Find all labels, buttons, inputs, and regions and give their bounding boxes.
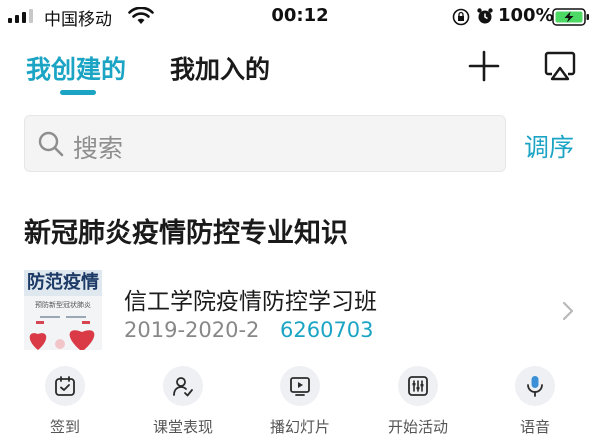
slideshow-button[interactable]: 播幻灯片 — [250, 362, 350, 448]
header: 我创建的 我加入的 — [0, 32, 600, 104]
microphone-icon — [527, 376, 543, 397]
course-list-item[interactable]: 防范疫情 预防新型冠状肺炎 信工学院疫情防控学习班 2019-2020-2 62… — [0, 266, 600, 354]
activity-sliders-icon — [408, 376, 428, 396]
check-in-icon-circle — [45, 366, 85, 406]
slideshow-icon-circle — [280, 366, 320, 406]
alarm-icon — [477, 8, 493, 24]
thumbnail-heart-illustration — [29, 330, 95, 350]
slideshow-icon — [290, 377, 310, 396]
course-name: 信工学院疫情防控学习班 — [124, 289, 377, 315]
search-input[interactable]: 搜索 — [24, 115, 506, 172]
orientation-lock-icon — [452, 8, 470, 26]
tab-joined[interactable]: 我加入的 — [170, 50, 270, 86]
voice-label: 语音 — [519, 418, 550, 436]
check-in-icon — [55, 376, 75, 396]
active-tab-indicator — [60, 90, 96, 95]
voice-icon-circle — [515, 366, 555, 406]
check-in-button[interactable]: 签到 — [15, 362, 115, 448]
tab-created-by-me[interactable]: 我创建的 — [26, 50, 126, 86]
classroom-performance-label: 课堂表现 — [152, 418, 213, 436]
battery-percent: 100% — [498, 5, 554, 26]
thumbnail-text-lines — [36, 316, 90, 324]
thumbnail-title: 防范疫情 — [24, 270, 102, 296]
course-thumbnail: 防范疫情 预防新型冠状肺炎 — [24, 270, 102, 350]
classroom-performance-button[interactable]: 课堂表现 — [133, 362, 233, 448]
plus-icon[interactable] — [464, 46, 504, 86]
chevron-right-icon — [562, 301, 574, 321]
screen-cast-icon[interactable] — [540, 46, 580, 86]
status-bar: 中国移动 00:12 100% — [0, 0, 600, 32]
course-term: 2019-2020-2 — [124, 318, 260, 342]
search-placeholder: 搜索 — [73, 134, 124, 163]
sort-order-button[interactable]: 调序 — [524, 128, 574, 164]
classroom-performance-icon-circle — [163, 366, 203, 406]
classroom-performance-icon — [173, 377, 193, 397]
battery-charging-icon — [552, 8, 589, 26]
start-activity-label: 开始活动 — [387, 418, 448, 436]
check-in-label: 签到 — [49, 418, 80, 436]
section-title: 新冠肺炎疫情防控专业知识 — [24, 218, 348, 249]
thumbnail-subtitle: 预防新型冠状肺炎 — [35, 301, 91, 309]
course-action-bar: 签到 课堂表现 播幻灯片 开始活动 语音 — [0, 362, 600, 448]
slideshow-label: 播幻灯片 — [269, 418, 330, 436]
voice-button[interactable]: 语音 — [485, 362, 585, 448]
search-icon — [38, 131, 64, 157]
start-activity-icon-circle — [398, 366, 438, 406]
start-activity-button[interactable]: 开始活动 — [368, 362, 468, 448]
course-invite-code: 6260703 — [280, 318, 374, 342]
